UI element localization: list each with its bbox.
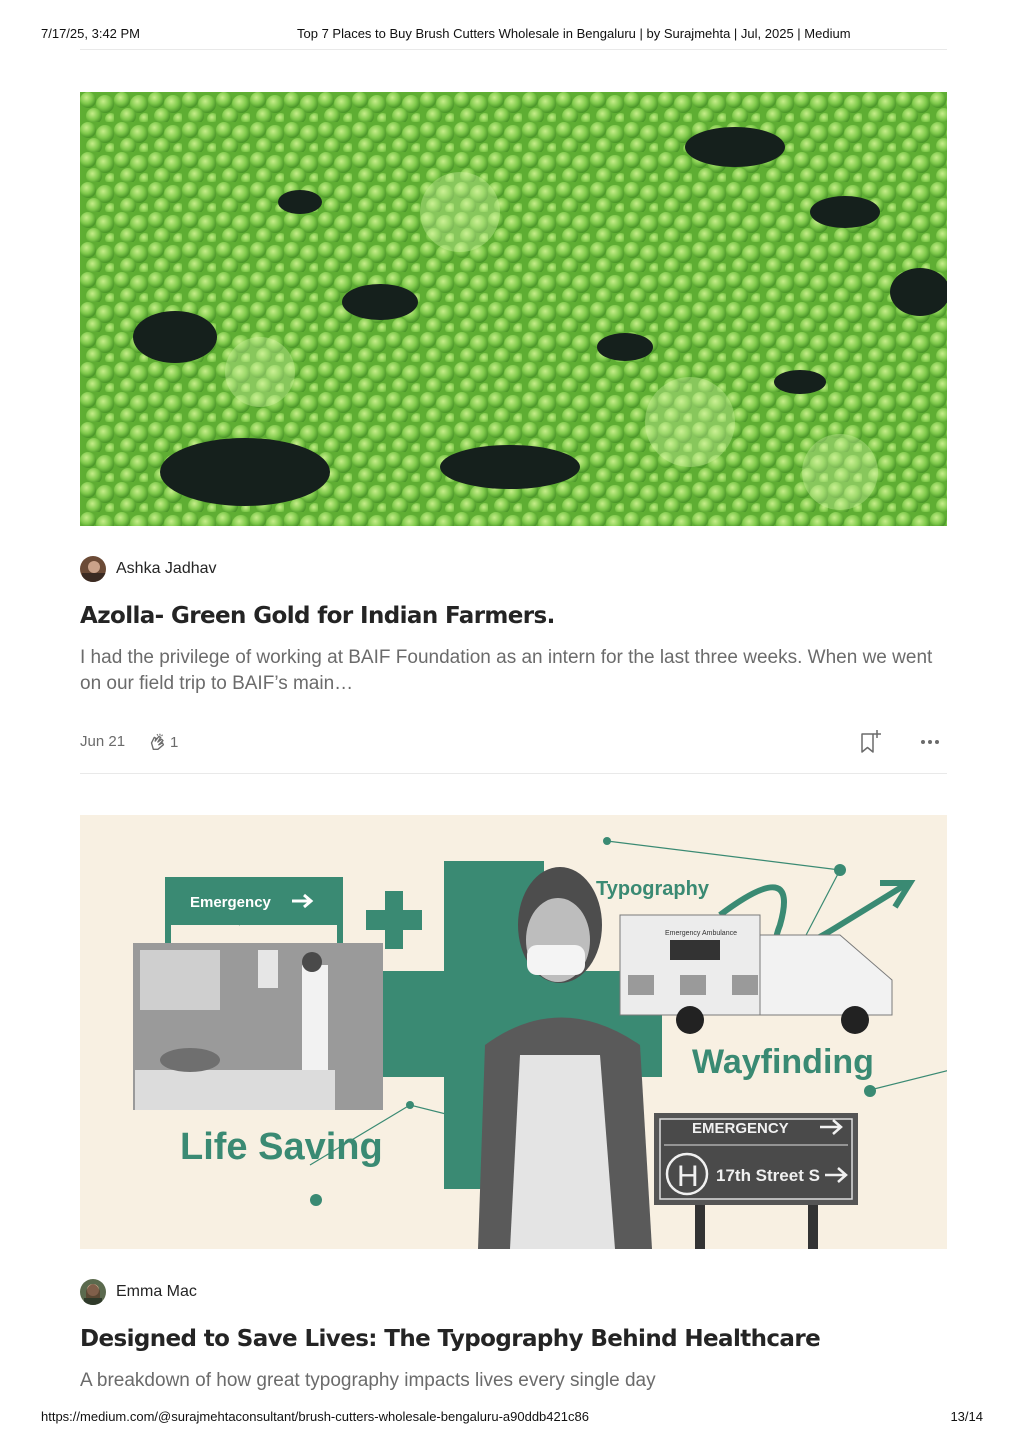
more-icon: [921, 740, 939, 744]
typography-label: Typography: [596, 878, 710, 900]
post-date: Jun 21: [80, 733, 126, 750]
avatar[interactable]: [80, 556, 106, 582]
post-subtitle[interactable]: A breakdown of how great typography impa…: [80, 1368, 947, 1394]
healthcare-typography-collage-icon: Emergency Typography Emergency Ambulance…: [80, 815, 947, 1249]
print-footer: https://medium.com/@surajmehtaconsultant…: [41, 1409, 983, 1425]
clap-button[interactable]: 1: [146, 730, 178, 754]
post-image-azolla[interactable]: [80, 92, 947, 526]
print-header: 7/17/25, 3:42 PM Top 7 Places to Buy Bru…: [41, 26, 983, 42]
road-sign-street: 17th Street S: [716, 1166, 820, 1185]
page-number: 13/14: [950, 1409, 983, 1424]
avatar[interactable]: [80, 1279, 106, 1305]
clap-icon: [150, 733, 165, 751]
print-page-title: Top 7 Places to Buy Brush Cutters Wholes…: [297, 26, 851, 41]
divider: [80, 49, 947, 50]
more-options-button[interactable]: [918, 730, 942, 754]
author-name[interactable]: Ashka Jadhav: [116, 560, 217, 578]
post-subtitle[interactable]: I had the privilege of working at BAIF F…: [80, 645, 947, 697]
avatar-image-icon: [80, 556, 106, 582]
post-card[interactable]: Ashka Jadhav Azolla- Green Gold for Indi…: [80, 92, 947, 774]
divider: [80, 773, 947, 774]
clap-count: 1: [170, 733, 179, 751]
avatar-image-icon: [80, 1279, 106, 1305]
emergency-sign-label: Emergency: [190, 894, 272, 911]
post-author[interactable]: Ashka Jadhav: [80, 556, 217, 582]
print-url: https://medium.com/@surajmehtaconsultant…: [41, 1409, 589, 1424]
road-sign-emergency: EMERGENCY: [692, 1120, 789, 1137]
post-title[interactable]: Designed to Save Lives: The Typography B…: [80, 1326, 947, 1352]
bookmark-button[interactable]: [859, 728, 883, 756]
bookmark-add-icon: [861, 730, 881, 753]
wayfinding-label: Wayfinding: [692, 1043, 874, 1081]
ambulance-label: Emergency Ambulance: [665, 930, 737, 937]
print-datetime: 7/17/25, 3:42 PM: [41, 26, 141, 41]
post-author[interactable]: Emma Mac: [80, 1279, 197, 1305]
life-saving-label: Life Saving: [180, 1126, 383, 1168]
author-name[interactable]: Emma Mac: [116, 1283, 197, 1301]
post-meta: Jun 21 1: [80, 730, 947, 754]
road-sign-h: H: [677, 1160, 699, 1193]
post-card[interactable]: Emergency Typography Emergency Ambulance…: [80, 815, 947, 1405]
post-title[interactable]: Azolla- Green Gold for Indian Farmers.: [80, 603, 947, 629]
post-image-healthcare[interactable]: Emergency Typography Emergency Ambulance…: [80, 815, 947, 1249]
azolla-photo-icon: [80, 92, 947, 526]
